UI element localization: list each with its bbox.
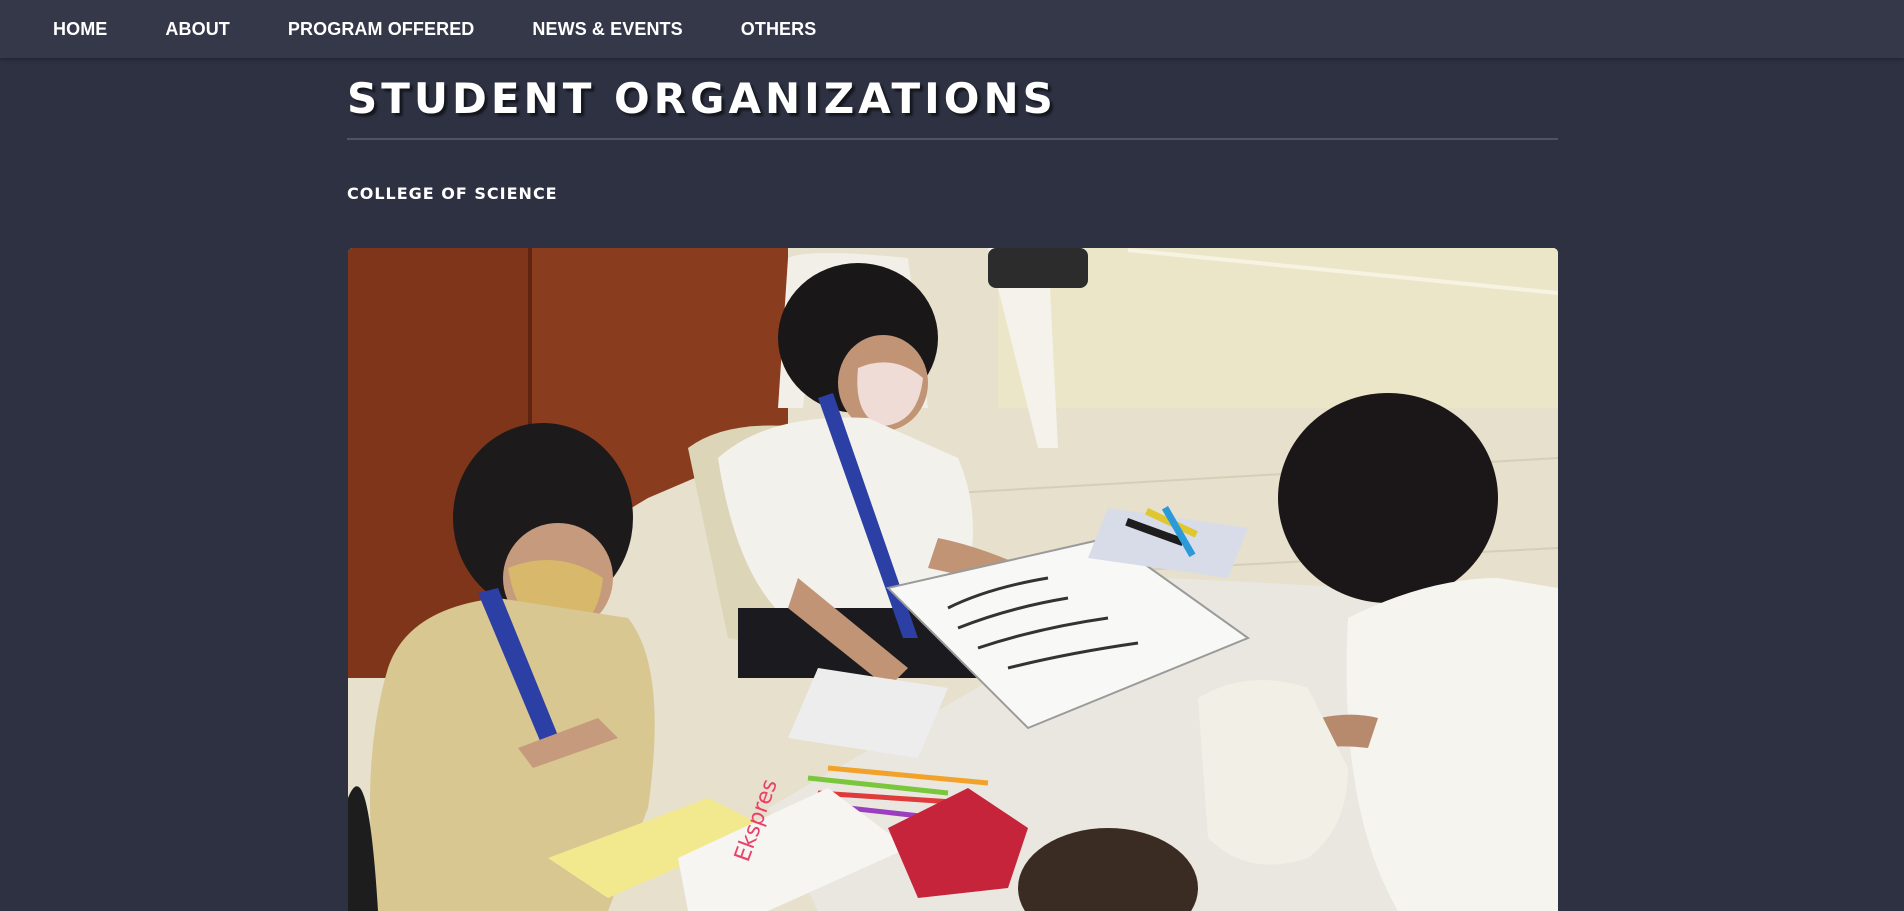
main-content: STUDENT ORGANIZATIONS COLLEGE OF SCIENCE <box>347 58 1558 203</box>
top-navbar: HOME ABOUT PROGRAM OFFERED NEWS & EVENTS… <box>0 0 1904 58</box>
nav-item-news-events[interactable]: NEWS & EVENTS <box>532 19 682 40</box>
section-heading: COLLEGE OF SCIENCE <box>347 184 558 203</box>
page-title: STUDENT ORGANIZATIONS <box>347 74 1057 123</box>
title-divider <box>347 138 1558 140</box>
nav-item-program-offered[interactable]: PROGRAM OFFERED <box>288 19 475 40</box>
nav-item-others[interactable]: OTHERS <box>741 19 817 40</box>
nav-item-home[interactable]: HOME <box>53 19 107 40</box>
students-photo: Ekspres <box>348 248 1558 911</box>
nav-item-about[interactable]: ABOUT <box>165 19 230 40</box>
